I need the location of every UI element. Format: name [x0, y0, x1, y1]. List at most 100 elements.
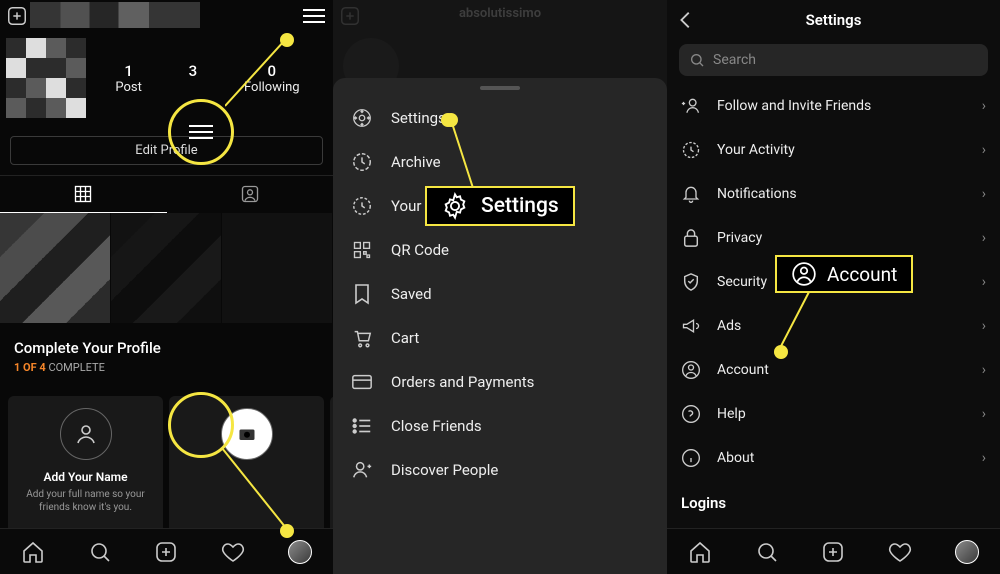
sheet-handle[interactable] — [480, 86, 520, 90]
username-censored — [30, 2, 200, 28]
settings-privacy[interactable]: Privacy› — [667, 216, 1000, 260]
settings-about[interactable]: About› — [667, 436, 1000, 480]
settings-your-activity[interactable]: Your Activity› — [667, 128, 1000, 172]
tagged-tab[interactable] — [167, 176, 334, 213]
add-person-icon — [681, 96, 701, 116]
stat-posts[interactable]: 1Post — [115, 62, 142, 95]
posts-grid[interactable] — [0, 213, 333, 323]
item-label: Your Activity — [717, 142, 795, 158]
menu-close-friends[interactable]: Close Friends — [333, 404, 667, 448]
item-label: Ads — [717, 318, 741, 334]
menu-cart[interactable]: Cart — [333, 316, 667, 360]
card-desc: Add your full name so your friends know … — [16, 488, 155, 514]
stat-followers[interactable]: 3 — [189, 62, 198, 95]
back-button[interactable] — [675, 9, 697, 31]
profile-header: 1Post 3 0Following — [0, 32, 333, 118]
menu-label: Settings — [391, 109, 446, 127]
bookmark-icon — [351, 283, 373, 305]
shield-icon — [681, 272, 701, 292]
card-add-photo[interactable] — [169, 396, 324, 546]
grid-tab[interactable] — [0, 176, 167, 213]
search-input[interactable]: Search — [679, 44, 988, 76]
search-icon[interactable] — [87, 539, 113, 565]
gear-icon — [351, 107, 373, 129]
menu-sheet-panel: absolutissimo Settings Archive Your Acti… — [333, 0, 667, 574]
menu-label: Saved — [391, 285, 432, 303]
settings-security[interactable]: Security› — [667, 260, 1000, 304]
card-title: Add Your Name — [43, 470, 127, 484]
profile-tabs — [0, 175, 333, 213]
settings-help[interactable]: Help› — [667, 392, 1000, 436]
item-label: Help — [717, 406, 746, 422]
item-label: Privacy — [717, 230, 762, 246]
home-icon[interactable] — [687, 539, 713, 565]
stat-following[interactable]: 0Following — [244, 62, 300, 95]
activity-icon[interactable] — [887, 539, 913, 565]
settings-ads[interactable]: Ads› — [667, 304, 1000, 348]
complete-profile-title: Complete Your Profile — [14, 339, 319, 357]
settings-account[interactable]: Account› — [667, 348, 1000, 392]
menu-label: Cart — [391, 329, 419, 347]
menu-button[interactable] — [301, 2, 329, 30]
photo-icon — [221, 408, 273, 460]
search-icon[interactable] — [754, 539, 780, 565]
menu-qrcode[interactable]: QR Code — [333, 228, 667, 272]
new-post-button[interactable] — [4, 3, 30, 29]
menu-settings[interactable]: Settings — [333, 96, 667, 140]
info-icon — [681, 448, 701, 468]
complete-profile-progress: 1 OF 4 COMPLETE — [14, 361, 319, 374]
menu-saved[interactable]: Saved — [333, 272, 667, 316]
help-icon — [681, 404, 701, 424]
home-icon[interactable] — [20, 539, 46, 565]
profile-icon[interactable] — [954, 539, 980, 565]
qr-icon — [351, 239, 373, 261]
profile-panel: 1Post 3 0Following Edit Profile Complete… — [0, 0, 333, 574]
menu-sheet: Settings Archive Your Activity QR Code S… — [333, 78, 667, 574]
new-post-icon[interactable] — [820, 539, 846, 565]
menu-label: Discover People — [391, 461, 498, 479]
item-label: About — [717, 450, 754, 466]
megaphone-icon — [681, 316, 701, 336]
bottom-nav — [667, 528, 1000, 574]
new-post-icon[interactable] — [153, 539, 179, 565]
card-icon — [351, 371, 373, 393]
menu-activity[interactable]: Your Activity — [333, 184, 667, 228]
card-add-name[interactable]: Add Your Name Add your full name so your… — [8, 396, 163, 546]
discover-icon — [351, 459, 373, 481]
menu-archive[interactable]: Archive — [333, 140, 667, 184]
top-bar — [0, 0, 333, 32]
person-icon — [60, 408, 112, 460]
activity-icon — [351, 195, 373, 217]
item-label: Account — [717, 362, 769, 378]
menu-label: Archive — [391, 153, 441, 171]
archive-icon — [351, 151, 373, 173]
activity-icon — [681, 140, 701, 160]
menu-label: QR Code — [391, 241, 449, 259]
menu-label: Orders and Payments — [391, 373, 534, 391]
edit-profile-button[interactable]: Edit Profile — [10, 136, 323, 165]
lock-icon — [681, 228, 701, 248]
account-icon — [681, 360, 701, 380]
search-placeholder: Search — [713, 52, 756, 68]
profile-stats: 1Post 3 0Following — [92, 62, 323, 95]
menu-label: Your Activity — [391, 197, 474, 215]
bottom-nav — [0, 528, 333, 574]
bell-icon — [681, 184, 701, 204]
settings-panel: Settings Search Follow and Invite Friend… — [667, 0, 1000, 574]
list-icon — [351, 415, 373, 437]
username: absolutissimo — [333, 6, 667, 21]
profile-icon[interactable] — [287, 539, 313, 565]
settings-notifications[interactable]: Notifications› — [667, 172, 1000, 216]
page-title: Settings — [667, 11, 1000, 29]
menu-discover[interactable]: Discover People — [333, 448, 667, 492]
item-label: Follow and Invite Friends — [717, 98, 871, 114]
avatar-censored — [6, 38, 86, 118]
activity-icon[interactable] — [220, 539, 246, 565]
profile-cards: Add Your Name Add your full name so your… — [0, 384, 333, 546]
item-label: Security — [717, 274, 767, 290]
menu-orders[interactable]: Orders and Payments — [333, 360, 667, 404]
complete-profile-section: Complete Your Profile 1 OF 4 COMPLETE — [0, 323, 333, 384]
menu-label: Close Friends — [391, 417, 482, 435]
item-label: Notifications — [717, 186, 797, 202]
settings-follow-invite[interactable]: Follow and Invite Friends› — [667, 84, 1000, 128]
